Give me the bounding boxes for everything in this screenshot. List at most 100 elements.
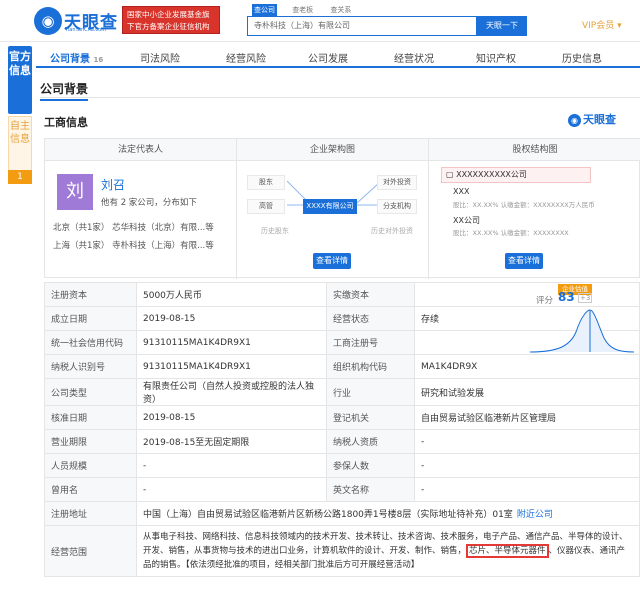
info-sidebar: 官方信息 自主信息 1	[8, 46, 32, 184]
field-value: 有限责任公司（自然人投资或控股的法人独资）	[136, 378, 327, 406]
tianyancha-logo[interactable]: ◉ 天眼查 TianYanCha.com	[34, 7, 126, 35]
field-label: 实缴资本	[326, 282, 415, 307]
legal-rep-panel: 法定代表人 刘 刘召 他有 2 家公司，分布如下 北京（共1家） 芯华科技（北京…	[45, 139, 237, 279]
diagram-node: 高管	[247, 199, 285, 214]
tab-label: 经营风险	[226, 54, 266, 65]
address-text: 中国（上海）自由贸易试验区临港新片区新杨公路1800弄1号楼8层（实际地址待补充…	[143, 510, 513, 520]
field-value: -	[136, 453, 327, 478]
scope-highlight: 芯片、半导体元器件	[466, 544, 549, 558]
promo-banner[interactable]: 国家中小企业发展基金旗下官方备案企业征信机构	[122, 6, 220, 34]
tab-label: 公司发展	[308, 54, 348, 65]
tab-operation-status[interactable]: 经营状况	[394, 50, 434, 65]
field-label: 登记机关	[326, 405, 415, 430]
search-tab-boss[interactable]: 查老板	[290, 4, 315, 16]
self-info-tab[interactable]: 自主信息	[8, 116, 32, 172]
info-row: 注册地址 中国（上海）自由贸易试验区临港新片区新杨公路1800弄1号楼8层（实际地…	[44, 501, 640, 526]
score-extra: +3	[578, 293, 593, 303]
field-value: -	[414, 429, 640, 454]
equity-row-name: XXX	[453, 187, 470, 196]
legal-rep-summary: 他有 2 家公司，分布如下	[101, 198, 197, 208]
official-info-tab[interactable]: 官方信息	[8, 46, 32, 114]
score-label: 评分	[536, 296, 554, 306]
legal-rep-name[interactable]: 刘召	[101, 176, 125, 193]
tab-business-risk[interactable]: 经营风险	[226, 50, 266, 65]
self-info-count-badge: 1	[8, 170, 32, 184]
logo-eye-icon: ◉	[34, 7, 62, 35]
structure-detail-button[interactable]: 查看详情	[313, 253, 351, 269]
tab-label: 经营状况	[394, 54, 434, 65]
field-label: 行业	[326, 378, 415, 406]
overview-panels: 法定代表人 刘 刘召 他有 2 家公司，分布如下 北京（共1家） 芯华科技（北京…	[44, 138, 640, 279]
nearby-company-link[interactable]: 附近公司	[517, 510, 553, 520]
field-value: 研究和试验发展	[414, 378, 640, 406]
diagram-node: 分支机构	[377, 199, 417, 214]
main-tabs: 公司背景 16 司法风险 经营风险 公司发展 经营状况 知识产权 历史信息	[36, 46, 640, 68]
info-row: 核准日期 2019-08-15 登记机关 自由贸易试验区临港新片区管理局	[44, 405, 640, 430]
field-label: 经营状态	[326, 306, 415, 331]
equity-row-name: XX公司	[453, 216, 480, 225]
equity-row-detail: 股比：XX.XX% 认缴金额：XXXXXXXX万人民币	[453, 201, 595, 209]
field-label: 成立日期	[44, 306, 137, 331]
score-value: 83	[558, 290, 575, 304]
business-scope-text: 从事电子科技、网络科技、信息科技领域内的技术开发、技术转让、技术咨询、技术服务，…	[136, 525, 640, 577]
vip-member-link[interactable]: VIP会员 ▾	[582, 18, 622, 31]
field-label: 经营范围	[44, 525, 137, 577]
info-row: 人员规模 - 参保人数 -	[44, 453, 640, 478]
info-row: 营业期限 2019-08-15至无固定期限 纳税人资质 -	[44, 429, 640, 454]
field-label: 纳税人资质	[326, 429, 415, 454]
panel-header: 股权结构图	[429, 139, 640, 161]
field-value: 5000万人民币	[136, 282, 327, 307]
business-info-title: 工商信息	[44, 116, 88, 129]
tab-legal-risk[interactable]: 司法风险	[140, 50, 180, 65]
top-header: ◉ 天眼查 TianYanCha.com 国家中小企业发展基金旗下官方备案企业征…	[0, 0, 640, 42]
brand-text: 天眼查	[583, 113, 616, 126]
field-value: 91310115MA1K4DR9X1	[136, 330, 327, 355]
diagram-node: 对外投资	[377, 175, 417, 190]
field-label: 统一社会信用代码	[44, 330, 137, 355]
equity-detail-button[interactable]: 查看详情	[505, 253, 543, 269]
info-row: 纳税人识别号 91310115MA1K4DR9X1 组织机构代码 MA1K4DR9X	[44, 354, 640, 379]
relation-item[interactable]: 上海（共1家） 寺朴科技（上海）有限...等	[53, 239, 214, 251]
field-value: 自由贸易试验区临港新片区管理局	[414, 405, 640, 430]
tab-label: 公司背景	[50, 54, 90, 65]
field-label: 组织机构代码	[326, 354, 415, 379]
equity-root-node: ▢ XXXXXXXXXX公司	[441, 167, 591, 183]
diagram-node: 股东	[247, 175, 285, 190]
panel-header: 法定代表人	[45, 139, 236, 161]
avatar: 刘	[57, 174, 93, 210]
field-label: 营业期限	[44, 429, 137, 454]
equity-row-detail: 股比：XX.XX% 认缴金额：XXXXXXXX	[453, 229, 569, 237]
tab-count: 16	[93, 56, 104, 64]
tab-label: 知识产权	[476, 54, 516, 65]
tianyancha-brand: ◉ 天眼查	[568, 111, 616, 127]
search-input[interactable]: 寺朴科技（上海）有限公司	[247, 16, 477, 36]
vip-label: VIP会员	[582, 21, 615, 31]
info-row: 经营范围 从事电子科技、网络科技、信息科技领域内的技术开发、技术转让、技术咨询、技…	[44, 525, 640, 577]
field-value: MA1K4DR9X	[414, 354, 640, 379]
info-row: 公司类型 有限责任公司（自然人投资或控股的法人独资） 行业 研究和试验发展	[44, 378, 640, 406]
score-widget[interactable]: 企业估值 评分 83 +3	[528, 284, 638, 358]
search-type-tabs: 查公司 查老板 查关系	[252, 4, 363, 16]
equity-root-label: XXXXXXXXXX公司	[456, 170, 527, 179]
section-divider	[40, 97, 640, 98]
search-tab-company[interactable]: 查公司	[252, 4, 277, 16]
field-label: 纳税人识别号	[44, 354, 137, 379]
field-value: 2019-08-15	[136, 405, 327, 430]
tab-label: 历史信息	[562, 54, 602, 65]
brand-eye-icon: ◉	[568, 114, 581, 127]
tab-intellectual-property[interactable]: 知识产权	[476, 50, 516, 65]
search-button[interactable]: 天眼一下	[477, 16, 527, 36]
field-value: -	[414, 453, 640, 478]
relation-item[interactable]: 北京（共1家） 芯华科技（北京）有限...等	[53, 221, 214, 233]
field-label: 曾用名	[44, 477, 137, 502]
tab-company-background[interactable]: 公司背景 16	[50, 50, 103, 65]
tab-history-info[interactable]: 历史信息	[562, 50, 602, 65]
field-label: 人员规模	[44, 453, 137, 478]
structure-panel: 企业架构图 股东 高管 XXXX有限公司 对外投资 分支机构 历史股东 历史对外…	[237, 139, 429, 279]
search-tab-relation[interactable]: 查关系	[328, 4, 353, 16]
tab-company-development[interactable]: 公司发展	[308, 50, 348, 65]
diagram-center-node: XXXX有限公司	[303, 199, 357, 214]
field-label: 工商注册号	[326, 330, 415, 355]
field-label: 参保人数	[326, 453, 415, 478]
field-label: 注册资本	[44, 282, 137, 307]
